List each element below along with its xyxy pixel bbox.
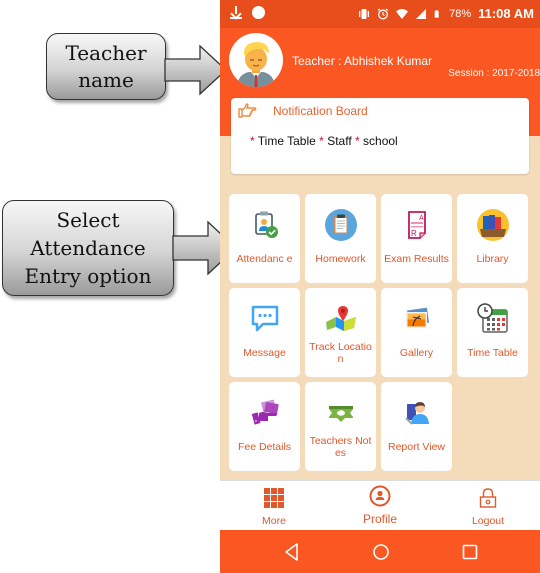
session-label: Session : 2017-2018 — [448, 68, 540, 79]
nav-logout[interactable]: Logout — [448, 487, 528, 527]
callout-text: name — [78, 67, 134, 92]
wifi-icon — [396, 8, 409, 19]
message-icon — [251, 305, 278, 332]
exam-results-icon: A R — [407, 211, 426, 239]
clock: 11:08 AM — [478, 6, 534, 21]
notes-icon — [328, 406, 353, 422]
nav-profile[interactable]: Profile — [340, 485, 420, 526]
download-icon — [230, 5, 242, 19]
callout-text: Select — [56, 208, 120, 232]
menu-item-message[interactable]: Message — [229, 288, 300, 377]
bullet-star: * — [250, 134, 255, 148]
home-icon[interactable] — [371, 542, 391, 562]
teacher-name-callout: Teacher name — [46, 33, 166, 100]
menu-item-time-table[interactable]: Time Table — [457, 288, 528, 377]
nav-logout-label: Logout — [471, 515, 505, 527]
bottom-navigation: More Profile Logout — [220, 480, 540, 530]
nav-more[interactable]: More — [234, 487, 314, 527]
menu-item-track-location[interactable]: Track Location — [305, 288, 376, 377]
teacher-avatar-icon — [237, 42, 275, 87]
notification-board-title: Notification Board — [273, 104, 368, 118]
profile-header: Teacher : Abhishek Kumar Session : 2017-… — [220, 28, 540, 98]
menu-item-label: Report View — [387, 440, 445, 453]
callout-text: Attendance — [30, 236, 146, 260]
gallery-icon — [405, 307, 429, 328]
menu-item-label: Attendanc e — [236, 252, 293, 265]
menu-item-label: Message — [243, 346, 286, 359]
attendance-icon — [254, 211, 278, 238]
menu-item-teachers-notes[interactable]: Teachers Notes — [305, 382, 376, 471]
notification-board[interactable]: Notification Board * Time Table * Staff … — [231, 98, 529, 174]
bullet-star: * — [319, 134, 324, 148]
phone-screen: 78% 11:08 AM Teacher : Abhishek Kumar Se… — [220, 0, 540, 573]
thumb-pointing-icon — [238, 103, 257, 118]
callout-text: Teacher — [65, 40, 147, 65]
report-view-icon — [404, 402, 429, 425]
callout-text: Entry option — [24, 264, 152, 288]
teacher-name: Teacher : Abhishek Kumar — [292, 54, 433, 68]
circle-notification-icon — [252, 5, 265, 19]
menu-item-label: Time Table — [467, 346, 518, 359]
battery-level: 78% — [449, 7, 472, 20]
recent-apps-icon[interactable] — [460, 542, 480, 562]
notification-items: * Time Table * Staff * school — [250, 134, 398, 148]
grid-menu-icon — [264, 488, 284, 508]
menu-item-homework[interactable]: Homework — [305, 194, 376, 283]
menu-item-library[interactable]: Library — [457, 194, 528, 283]
vibrate-icon — [359, 8, 370, 19]
calendar-clock-icon — [476, 303, 508, 333]
notification-item[interactable]: Time Table — [258, 134, 316, 148]
menu-item-label: Library — [476, 252, 509, 265]
nav-more-label: More — [262, 515, 286, 527]
menu-item-report-view[interactable]: Report View — [381, 382, 452, 471]
android-navigation-bar — [220, 530, 540, 573]
nav-profile-label: Profile — [362, 512, 397, 526]
menu-item-exam-results[interactable]: A R Exam Results — [381, 194, 452, 283]
status-bar: 78% 11:08 AM — [220, 0, 540, 28]
svg-text:A: A — [419, 215, 424, 222]
homework-clipboard-icon — [324, 209, 357, 241]
fee-payment-icon — [251, 399, 279, 425]
menu-item-label: Track Location — [309, 340, 372, 366]
menu-item-fee-details[interactable]: Fee Details — [229, 382, 300, 471]
menu-item-label: Gallery — [399, 346, 434, 359]
menu-item-label: Teachers Notes — [309, 434, 372, 460]
svg-text:R: R — [411, 229, 417, 238]
menu-item-gallery[interactable]: Gallery — [381, 288, 452, 377]
bullet-star: * — [355, 134, 360, 148]
alarm-icon — [377, 8, 389, 19]
teacher-avatar[interactable] — [229, 33, 283, 87]
signal-icon — [416, 8, 427, 19]
battery-icon — [434, 9, 439, 18]
notification-item[interactable]: school — [363, 134, 398, 148]
profile-icon — [369, 485, 391, 507]
menu-item-label: Fee Details — [237, 440, 292, 453]
attendance-callout: Select Attendance Entry option — [2, 200, 174, 296]
menu-item-label: Homework — [315, 252, 366, 265]
menu-item-label: Exam Results — [384, 252, 449, 265]
back-icon[interactable] — [282, 542, 302, 562]
lock-icon — [479, 488, 497, 508]
callout-arrow — [164, 44, 227, 96]
menu-item-attendance[interactable]: Attendanc e — [229, 194, 300, 283]
notification-item[interactable]: Staff — [327, 134, 351, 148]
map-pin-icon — [325, 306, 356, 331]
library-books-icon — [476, 209, 509, 241]
